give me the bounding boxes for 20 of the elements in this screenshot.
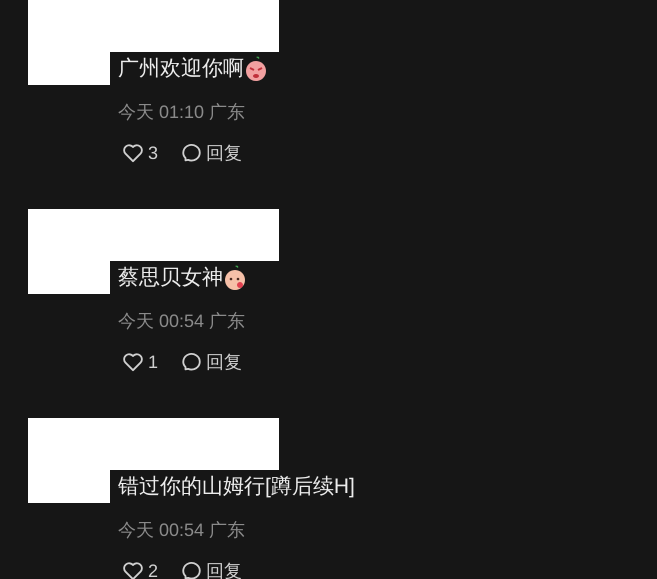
heart-icon xyxy=(122,143,144,163)
reply-button[interactable]: 回复 xyxy=(180,558,242,579)
like-button[interactable]: 2 xyxy=(122,558,158,579)
angry-face-icon xyxy=(244,56,268,82)
comment-text: 广州欢迎你啊 xyxy=(118,58,244,79)
heart-icon xyxy=(122,561,144,579)
like-button[interactable]: 3 xyxy=(122,140,158,166)
comment-meta: 今天 01:10 广东 xyxy=(118,100,246,124)
heart-icon xyxy=(122,352,144,372)
blushing-face-icon xyxy=(223,264,247,290)
like-button[interactable]: 1 xyxy=(122,348,158,376)
comment-text: 错过你的山姆行[蹲后续H] xyxy=(118,476,355,497)
speech-bubble-icon xyxy=(180,560,202,579)
comment-text: 蔡思贝女神 xyxy=(118,267,223,288)
comment-meta: 今天 00:54 广东 xyxy=(118,310,246,332)
comment-meta: 今天 00:54 广东 xyxy=(118,518,246,542)
reply-button[interactable]: 回复 xyxy=(180,348,242,376)
speech-bubble-icon xyxy=(180,142,202,164)
reply-button[interactable]: 回复 xyxy=(180,140,242,166)
speech-bubble-icon xyxy=(180,351,202,373)
